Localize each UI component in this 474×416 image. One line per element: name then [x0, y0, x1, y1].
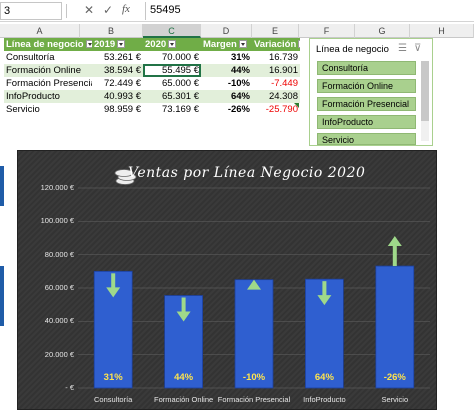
column-header-d[interactable]: D	[201, 24, 252, 38]
chart-title: Ventas por Línea Negocio 2020	[128, 165, 366, 181]
cancel-icon[interactable]: ✕	[84, 3, 94, 17]
separator	[66, 4, 67, 18]
cell-margen[interactable]: -26%	[201, 103, 252, 116]
bar-servicio[interactable]	[375, 265, 415, 389]
y-tick-label: 100.000 €	[40, 216, 74, 226]
cell-2019[interactable]: 40.993 €	[92, 90, 143, 103]
column-headers: A B C D E F G H	[0, 24, 474, 38]
table-row: Consultoría 53.261 € 70.000 € 31% 16.739	[0, 51, 300, 64]
column-header-b[interactable]: B	[80, 24, 143, 38]
header-margen[interactable]: Margen	[201, 38, 252, 51]
cell-name[interactable]: InfoProducto	[4, 90, 92, 103]
column-header-g[interactable]: G	[355, 24, 410, 38]
slicer[interactable]: Línea de negocio ☰ ⊽ Consultoría Formaci…	[309, 38, 433, 146]
cell-margen[interactable]: 31%	[201, 51, 252, 64]
header-label: Variación	[254, 39, 297, 50]
formula-input[interactable]: 55495	[145, 2, 474, 20]
filter-dropdown-icon[interactable]	[298, 40, 300, 49]
data-label: 44%	[174, 372, 194, 383]
header-label: Línea de negocio	[6, 39, 84, 50]
sales-chart[interactable]: Ventas por Línea Negocio 2020 120.000 € 1…	[17, 150, 437, 410]
selected-cell-2020[interactable]: 55.495 €	[143, 64, 201, 77]
y-tick-label: - €	[65, 383, 74, 392]
header-2019[interactable]: 2019	[92, 38, 143, 51]
slicer-item-consultoria[interactable]: Consultoría	[317, 61, 416, 75]
header-label: 2019	[94, 39, 116, 50]
cell-2019[interactable]: 72.449 €	[92, 77, 143, 90]
data-label: 31%	[103, 372, 123, 383]
cell-2019[interactable]: 38.594 €	[92, 64, 143, 77]
cell-margen[interactable]: 44%	[201, 64, 252, 77]
filter-dropdown-icon[interactable]	[168, 40, 177, 49]
slicer-item-infoproducto[interactable]: InfoProducto	[317, 115, 416, 129]
row-header-strip	[0, 146, 16, 416]
cell-name[interactable]: Formación Online	[4, 64, 92, 77]
formula-bar: 3 ✕ ✓ fx 55495	[0, 0, 474, 22]
column-header-a[interactable]: A	[0, 24, 80, 38]
column-header-c[interactable]: C	[143, 24, 201, 38]
x-tick-label: Servicio	[381, 395, 409, 404]
function-icon[interactable]: fx	[122, 3, 130, 15]
y-tick-label: 120.000 €	[40, 183, 74, 192]
y-tick-label: 60.000 €	[44, 283, 74, 292]
cell-name[interactable]: Consultoría	[4, 51, 92, 64]
data-label: -26%	[383, 372, 406, 383]
cell-2019[interactable]: 98.959 €	[92, 103, 143, 116]
row-group-marker	[0, 166, 4, 206]
y-tick-label: 80.000 €	[44, 249, 74, 259]
cell-2020[interactable]: 70.000 €	[143, 51, 201, 64]
row-group-marker	[0, 266, 4, 326]
error-indicator-icon	[294, 103, 299, 108]
cell-name[interactable]: Formación Presencial	[4, 77, 92, 90]
header-label: Margen	[203, 39, 237, 50]
scrollbar-thumb[interactable]	[421, 61, 429, 121]
slicer-scrollbar[interactable]	[421, 61, 429, 141]
cell-margen[interactable]: 64%	[201, 90, 252, 103]
cell-2020[interactable]: 65.301 €	[143, 90, 201, 103]
column-header-f[interactable]: F	[299, 24, 355, 38]
data-label: 64%	[314, 372, 334, 383]
slicer-item-servicio[interactable]: Servicio	[317, 133, 416, 145]
cell-2020[interactable]: 73.169 €	[143, 103, 201, 116]
cell-variacion[interactable]: -7.449	[252, 77, 300, 90]
x-tick-label: Formación Presencial	[217, 395, 291, 404]
cell-variacion[interactable]: 24.308	[252, 90, 300, 103]
x-tick-label: InfoProducto	[303, 395, 346, 404]
cell-variacion[interactable]: -25.790	[252, 103, 300, 116]
cell-2020[interactable]: 65.000 €	[143, 77, 201, 90]
data-label: -10%	[242, 372, 266, 383]
name-box[interactable]: 3	[0, 2, 62, 20]
up-arrow-icon	[387, 236, 402, 267]
column-header-e[interactable]: E	[252, 24, 299, 38]
column-header-h[interactable]: H	[410, 24, 474, 38]
slicer-item-formacion-presencial[interactable]: Formación Presencial	[317, 97, 416, 111]
filter-dropdown-icon[interactable]	[238, 40, 247, 49]
header-variacion[interactable]: Variación	[252, 38, 300, 51]
cell-variacion[interactable]: 16.901	[252, 64, 300, 77]
header-linea-negocio[interactable]: Línea de negocio	[4, 38, 92, 51]
table-row: Formación Online 38.594 € 55.495 € 44% 1…	[4, 64, 300, 77]
x-tick-label: Formación Online	[153, 395, 214, 404]
slicer-item-formacion-online[interactable]: Formación Online	[317, 79, 416, 93]
filter-dropdown-icon[interactable]	[117, 40, 126, 49]
x-tick-label: Consultoría	[94, 395, 133, 404]
cell-name[interactable]: Servicio	[4, 103, 92, 116]
multi-select-icon[interactable]: ☰	[398, 43, 407, 54]
enter-icon[interactable]: ✓	[103, 3, 113, 17]
table-row: Formación Presencial 72.449 € 65.000 € -…	[0, 77, 300, 90]
y-tick-label: 20.000 €	[44, 349, 74, 359]
slicer-title: Línea de negocio	[316, 44, 389, 55]
header-label: 2020	[145, 39, 167, 50]
cell-margen[interactable]: -10%	[201, 77, 252, 90]
header-2020[interactable]: 2020	[143, 38, 201, 51]
cell-variacion[interactable]: 16.739	[252, 51, 300, 64]
y-tick-label: 40.000 €	[44, 316, 74, 326]
table-row: InfoProducto 40.993 € 65.301 € 64% 24.30…	[4, 90, 300, 103]
clear-filter-icon[interactable]: ⊽	[414, 43, 421, 54]
table-row: Servicio 98.959 € 73.169 € -26% -25.790	[0, 103, 300, 116]
cell-2019[interactable]: 53.261 €	[92, 51, 143, 64]
